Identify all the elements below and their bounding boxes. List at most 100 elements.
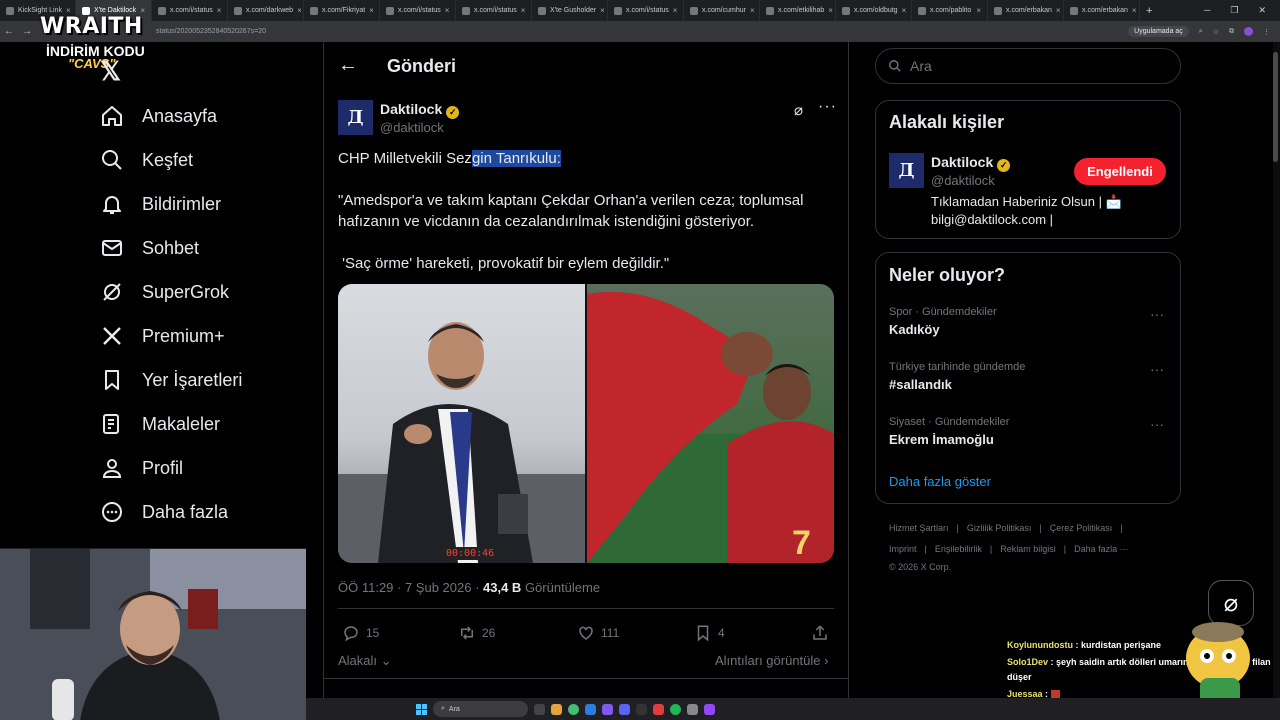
scrollbar[interactable] [1273, 42, 1280, 698]
browser-tab[interactable]: x.com/pablito × [912, 0, 988, 21]
trend-item[interactable]: Siyaset · Gündemdekiler Ekrem İmamoğlu [889, 416, 1009, 447]
author-name[interactable]: Daktilock ✓ [380, 101, 460, 119]
author-handle[interactable]: @daktilock [380, 120, 444, 135]
url-field[interactable]: status/2020052352840520267s=20 [156, 28, 266, 35]
extensions-icon[interactable]: ⧉ [1229, 28, 1234, 36]
x-logo-icon[interactable]: 𝕏 [100, 56, 121, 87]
close-tab-icon[interactable]: × [1056, 6, 1061, 15]
close-tab-icon[interactable]: × [369, 6, 374, 15]
trend-item[interactable]: Türkiye tarihinde gündemde #sallandık [889, 361, 1025, 392]
nav-explore[interactable]: Keşfet [100, 145, 193, 175]
nav-articles[interactable]: Makaleler [100, 409, 220, 439]
more-options-icon[interactable]: ··· [818, 98, 837, 116]
app-icon[interactable] [636, 703, 647, 715]
close-tab-icon[interactable]: × [750, 6, 755, 15]
browser-tab[interactable]: x.com/i/status × [456, 0, 532, 21]
browser-tab[interactable]: x.com/i/status × [608, 0, 684, 21]
taskbar-search[interactable]: ⌕ Ara [433, 701, 528, 717]
browser-tab[interactable]: x.com/cumhur × [684, 0, 760, 21]
minimize-icon[interactable]: ─ [1204, 5, 1210, 16]
restore-icon[interactable]: ❐ [1230, 5, 1238, 16]
browser-tab[interactable]: x.com/etkilihab × [760, 0, 836, 21]
task-view-icon[interactable] [534, 703, 545, 715]
nav-supergrok[interactable]: SuperGrok [100, 277, 229, 307]
trend-more-icon[interactable]: ··· [1150, 306, 1164, 322]
back-arrow-icon[interactable]: ← [338, 54, 358, 77]
close-tab-icon[interactable]: × [673, 6, 678, 15]
repost-button[interactable]: 26 [458, 624, 495, 642]
close-tab-icon[interactable]: × [600, 6, 605, 15]
show-more-link[interactable]: Daha fazla göster [889, 474, 991, 489]
footer-link[interactable]: Imprint [889, 544, 917, 554]
close-tab-icon[interactable]: × [1132, 6, 1137, 15]
browser-tab[interactable]: x.com/Fikriyat × [304, 0, 380, 21]
close-tab-icon[interactable]: × [521, 6, 526, 15]
close-tab-icon[interactable]: × [828, 6, 833, 15]
app-icon[interactable] [687, 703, 698, 715]
close-tab-icon[interactable]: × [217, 6, 222, 15]
file-explorer-icon[interactable] [551, 703, 562, 715]
post-media[interactable]: 00:00:46 7 [338, 284, 834, 563]
footer-link[interactable]: Erişilebilirlik [935, 544, 982, 554]
browser-tab[interactable]: x.com/i/status × [380, 0, 456, 21]
search-input[interactable]: Ara [875, 48, 1181, 84]
trend-item[interactable]: Spor · Gündemdekiler Kadıköy [889, 306, 997, 337]
open-in-app-button[interactable]: Uygulamada aç [1128, 26, 1189, 37]
browser-tab[interactable]: x.com/darkweb × [228, 0, 304, 21]
person-name[interactable]: Daktilock ✓ [931, 154, 1011, 172]
blocked-button[interactable]: Engellendi [1074, 158, 1166, 185]
zoom-icon[interactable]: ⌕ [1199, 28, 1203, 36]
profile-avatar-icon[interactable] [1244, 27, 1253, 36]
scrollbar-thumb[interactable] [1273, 52, 1278, 162]
nav-profile[interactable]: Profil [100, 453, 183, 483]
spotify-icon[interactable] [670, 703, 681, 715]
footer-link[interactable]: Daha fazla ··· [1074, 544, 1129, 554]
share-button[interactable] [811, 624, 829, 642]
app-icon[interactable] [602, 703, 613, 715]
view-quotes-link[interactable]: Alıntıları görüntüle › [715, 653, 828, 668]
discord-icon[interactable] [619, 703, 630, 715]
grok-explain-icon[interactable]: ⌀ [794, 101, 803, 119]
windows-start-icon[interactable] [416, 703, 427, 715]
app-icon[interactable] [653, 703, 664, 715]
nav-more[interactable]: Daha fazla [100, 497, 228, 527]
author-avatar[interactable]: Д [338, 100, 373, 135]
media-image-politician[interactable]: 00:00:46 [338, 284, 585, 563]
close-tab-icon[interactable]: × [976, 6, 981, 15]
footer-link[interactable]: Çerez Politikası [1050, 523, 1113, 533]
back-nav-icon[interactable]: ← [0, 26, 18, 37]
browser-tab[interactable]: X'te Gusholder × [532, 0, 608, 21]
reply-button[interactable]: 15 [342, 624, 379, 642]
forward-nav-icon[interactable]: → [18, 26, 36, 37]
like-button[interactable]: 111 [577, 624, 619, 642]
nav-messages[interactable]: Sohbet [100, 233, 199, 263]
media-image-players[interactable]: 7 [587, 284, 834, 563]
close-tab-icon[interactable]: × [297, 6, 302, 15]
browser-tab[interactable]: x.com/i/status × [152, 0, 228, 21]
nav-notifications[interactable]: Bildirimler [100, 189, 221, 219]
sort-relevant-dropdown[interactable]: Alakalı ⌄ [338, 653, 392, 669]
browser-tab[interactable]: x.com/oldbutg × [836, 0, 912, 21]
footer-link[interactable]: Gizlilik Politikası [967, 523, 1032, 533]
twitch-icon[interactable] [704, 703, 715, 715]
nav-premium[interactable]: Premium+ [100, 321, 225, 351]
browser-menu-icon[interactable]: ⋮ [1263, 28, 1270, 36]
trend-more-icon[interactable]: ··· [1150, 361, 1164, 377]
close-tab-icon[interactable]: × [445, 6, 450, 15]
trend-more-icon[interactable]: ··· [1150, 416, 1164, 432]
bookmark-button[interactable]: 4 [694, 624, 725, 642]
window-close-icon[interactable]: ✕ [1258, 5, 1266, 16]
nav-bookmarks[interactable]: Yer İşaretleri [100, 365, 242, 395]
nav-home[interactable]: Anasayfa [100, 101, 217, 131]
edge-icon[interactable] [585, 703, 596, 715]
browser-tab[interactable]: x.com/erbakan × [988, 0, 1064, 21]
star-icon[interactable]: ☆ [1213, 28, 1219, 36]
footer-link[interactable]: Hizmet Şartları [889, 523, 949, 533]
person-avatar[interactable]: Д [889, 153, 924, 188]
new-tab-icon[interactable]: + [1146, 5, 1152, 17]
person-handle[interactable]: @daktilock [931, 173, 995, 188]
chrome-icon[interactable] [568, 703, 579, 715]
browser-tab[interactable]: x.com/erbakan × [1064, 0, 1140, 21]
close-tab-icon[interactable]: × [902, 6, 907, 15]
footer-link[interactable]: Reklam bilgisi [1000, 544, 1056, 554]
